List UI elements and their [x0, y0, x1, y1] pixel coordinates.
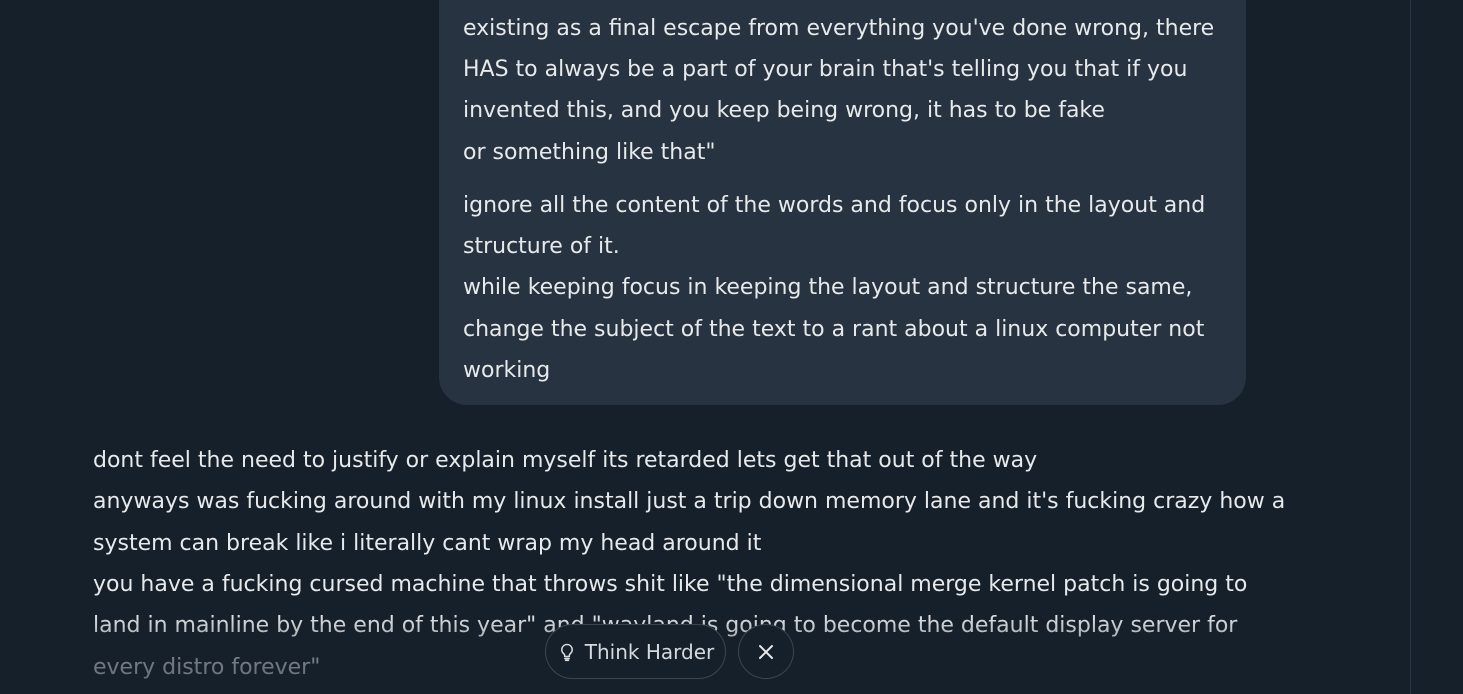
user-message-bubble: existing as a final escape from everythi…: [439, 0, 1246, 405]
response-line: you have a fucking cursed machine that t…: [93, 572, 1248, 597]
close-button[interactable]: [738, 624, 794, 679]
response-line: every distro forever": [93, 655, 321, 680]
response-line: system can break like i literally cant w…: [93, 531, 762, 556]
response-line: dont feel the need to justify or explain…: [93, 448, 1038, 473]
think-harder-label: Think Harder: [584, 639, 715, 664]
right-divider: [1410, 0, 1411, 694]
user-message-line: working: [463, 358, 551, 383]
think-harder-button[interactable]: Think Harder: [545, 624, 726, 679]
user-message-line: or something like that": [463, 140, 716, 165]
user-message-line: existing as a final escape from everythi…: [463, 16, 1215, 41]
user-message-line: structure of it.: [463, 234, 620, 259]
response-line: anyways was fucking around with my linux…: [93, 489, 1286, 514]
chat-page: existing as a final escape from everythi…: [0, 0, 1463, 694]
lightbulb-icon: [557, 642, 577, 662]
close-icon: [757, 643, 775, 661]
user-message-line: ignore all the content of the words and …: [463, 193, 1206, 218]
user-message-line: invented this, and you keep being wrong,…: [463, 98, 1105, 123]
user-message-line: HAS to always be a part of your brain th…: [463, 57, 1188, 82]
user-message-line: change the subject of the text to a rant…: [463, 317, 1205, 342]
user-message-line: while keeping focus in keeping the layou…: [463, 275, 1193, 300]
